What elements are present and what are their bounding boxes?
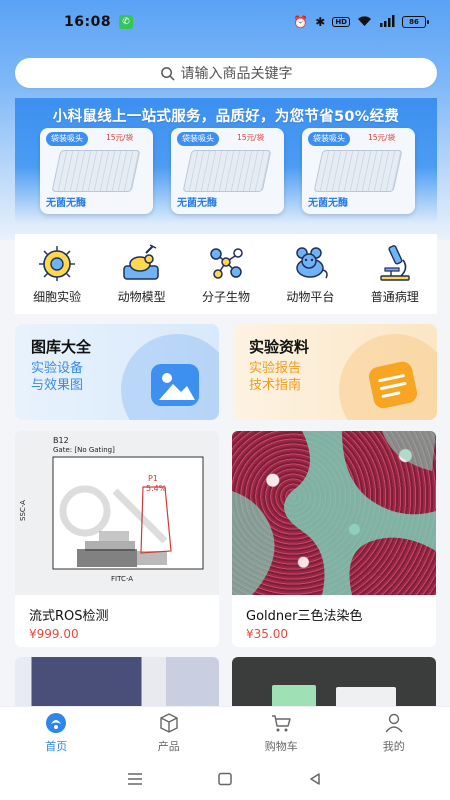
product-price: ¥999.00: [29, 627, 79, 641]
battery-level: 86: [409, 18, 419, 26]
product-tag: 袋装吸头: [46, 132, 88, 146]
microscope-icon: [380, 245, 410, 281]
search-placeholder: 请输入商品关键字: [180, 66, 293, 82]
sample-label: B12: [53, 436, 69, 445]
category-molecular-biology[interactable]: 分子生物: [186, 242, 266, 305]
product-card[interactable]: B12 Gate: [No Gating] SSC-A FITC-A P1 5.…: [15, 431, 219, 647]
category-animal-model[interactable]: 动物模型: [102, 242, 182, 305]
product-label: 无菌无酶: [46, 198, 86, 209]
nav-label: 首页: [45, 739, 68, 753]
animal-model-icon: [122, 244, 159, 280]
nav-label: 购物车: [264, 739, 298, 753]
category-label: 细胞实验: [33, 290, 82, 304]
category-label: 普通病理: [370, 290, 419, 304]
product-card[interactable]: Goldner三色法染色 ¥35.00: [232, 431, 436, 647]
category-pathology[interactable]: 普通病理: [355, 242, 435, 305]
cart-icon: [272, 714, 291, 731]
image-gallery-icon: [151, 364, 199, 406]
category-label: 动物模型: [117, 290, 166, 304]
status-indicators: ⏰ ✱ HD 86: [293, 14, 429, 30]
menu-button[interactable]: [125, 771, 145, 787]
nav-label: 产品: [157, 739, 180, 753]
product-price: 15元/袋: [237, 133, 265, 142]
y-axis-label: SSC-A: [19, 500, 27, 521]
nav-home[interactable]: 首页: [16, 712, 96, 754]
gallery-card[interactable]: 图库大全 实验设备 与效果图: [15, 324, 219, 420]
nav-label: 我的: [382, 739, 405, 753]
wifi-icon: [357, 15, 372, 30]
pipette-tip-box-image: [51, 150, 141, 192]
product-box-icon: [160, 712, 178, 733]
product-label: 无菌无酶: [177, 198, 217, 209]
phone-call-icon: ✆: [119, 15, 134, 29]
search-bar[interactable]: 请输入商品关键字: [15, 58, 437, 88]
gate-name: P1: [148, 474, 158, 483]
trichrome-stain-image: [232, 431, 436, 595]
banner-product-card[interactable]: 袋装吸头 15元/袋 无菌无酶: [171, 128, 284, 214]
product-price: 15元/袋: [368, 133, 396, 142]
alarm-icon: ⏰: [293, 15, 309, 29]
product-label: 无菌无酶: [308, 198, 348, 209]
product-tag: 袋装吸头: [308, 132, 350, 146]
mouse-icon: [296, 247, 329, 279]
product-name: 流式ROS检测: [29, 609, 109, 624]
search-icon: [160, 66, 174, 80]
molecule-icon: [210, 248, 243, 279]
category-grid: 细胞实验 动物模型 分子生物 动物平台 普通病理: [15, 234, 437, 314]
banner-products: 袋装吸头 15元/袋 无菌无酶 袋装吸头 15元/袋 无菌无酶 袋装吸头 15元…: [40, 128, 415, 214]
battery-icon: 86: [402, 16, 429, 28]
banner-title: 小科鼠线上一站式服务，品质好，为您节省50%经费: [52, 109, 400, 125]
nav-cart[interactable]: 购物车: [241, 712, 321, 754]
nav-products[interactable]: 产品: [129, 712, 209, 754]
pipette-tip-box-image: [313, 150, 403, 192]
status-time: 16:08: [64, 14, 112, 30]
category-label: 动物平台: [286, 290, 335, 304]
square-icon: [218, 772, 232, 786]
banner-product-card[interactable]: 袋装吸头 15元/袋 无菌无酶: [302, 128, 415, 214]
feature-title: 实验资料: [249, 338, 310, 356]
home-button[interactable]: [215, 771, 235, 787]
back-button[interactable]: [305, 771, 325, 787]
network-type-icon: HD: [332, 17, 350, 27]
signal-icon: [379, 14, 395, 30]
gate-percentage: 5.4%: [146, 484, 167, 493]
product-tag: 袋装吸头: [177, 132, 219, 146]
banner-product-card[interactable]: 袋装吸头 15元/袋 无菌无酶: [40, 128, 153, 214]
category-animal-platform[interactable]: 动物平台: [270, 242, 350, 305]
back-triangle-icon: [310, 773, 320, 785]
feature-subtitle: 与效果图: [31, 378, 84, 393]
product-price: ¥35.00: [246, 627, 288, 641]
feature-subtitle: 实验报告: [249, 361, 302, 376]
flow-cytometry-image: B12 Gate: [No Gating] SSC-A FITC-A P1 5.…: [15, 431, 219, 595]
category-label: 分子生物: [201, 290, 250, 304]
document-icon: [368, 361, 418, 409]
category-cell-experiment[interactable]: 细胞实验: [17, 242, 97, 305]
promo-banner[interactable]: 小科鼠线上一站式服务，品质好，为您节省50%经费 袋装吸头 15元/袋 无菌无酶…: [15, 98, 437, 222]
pipette-tip-box-image: [182, 150, 272, 192]
x-axis-label: FITC-A: [111, 575, 133, 583]
feature-subtitle: 技术指南: [249, 378, 302, 393]
bluetooth-icon: ✱: [315, 15, 326, 29]
feature-subtitle: 实验设备: [31, 361, 84, 376]
nav-profile[interactable]: 我的: [354, 712, 434, 754]
product-price: 15元/袋: [106, 133, 134, 142]
feature-title: 图库大全: [31, 338, 92, 356]
gate-label: Gate: [No Gating]: [53, 446, 115, 454]
bottom-navigation: 首页 产品 购物车 我的: [0, 706, 450, 758]
profile-icon: [385, 713, 403, 732]
home-icon: [46, 712, 67, 733]
product-name: Goldner三色法染色: [246, 609, 363, 624]
experiment-materials-card[interactable]: 实验资料 实验报告 技术指南: [233, 324, 437, 420]
status-bar: 16:08 ✆ ⏰ ✱ HD 86: [0, 0, 450, 44]
cell-icon: [39, 246, 76, 281]
menu-icon: [128, 773, 142, 785]
system-navigation-bar: [0, 758, 450, 800]
